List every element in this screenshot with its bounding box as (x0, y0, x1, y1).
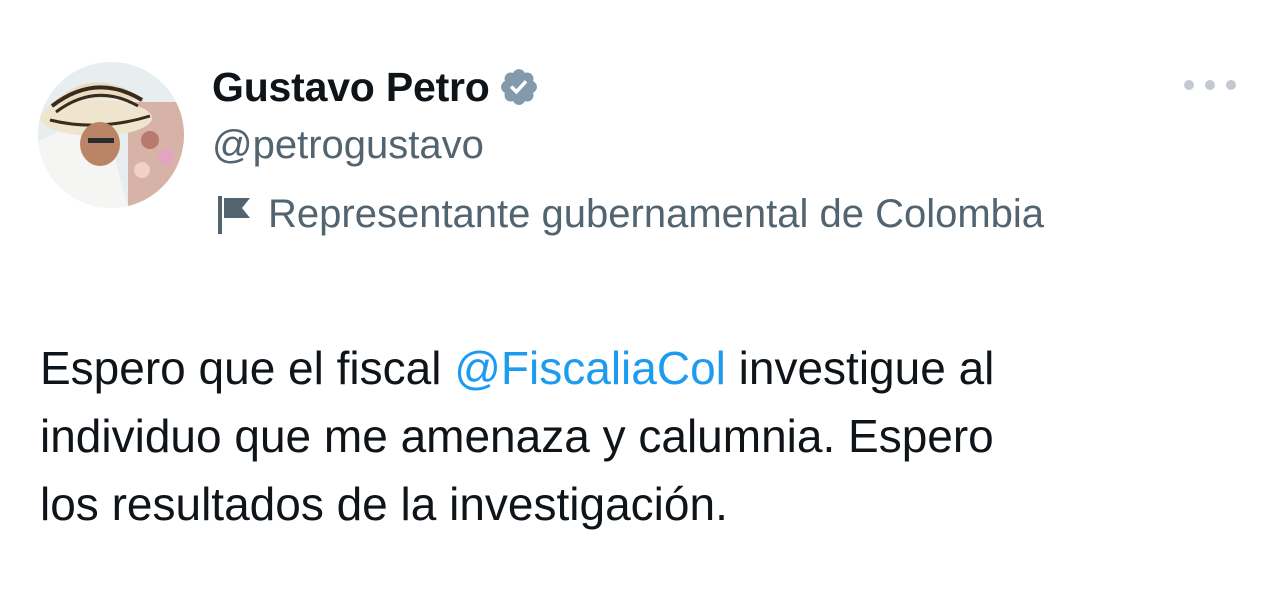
display-name[interactable]: Gustavo Petro (212, 62, 490, 112)
avatar[interactable] (38, 62, 184, 208)
affiliation-text: Representante gubernamental de Colombia (268, 192, 1045, 236)
name-row: Gustavo Petro (212, 62, 540, 112)
more-options-icon[interactable] (1184, 70, 1236, 100)
more-dot (1184, 80, 1194, 90)
user-handle[interactable]: @petrogustavo (212, 120, 484, 170)
verified-badge-icon[interactable] (498, 66, 540, 108)
mention-link[interactable]: @FiscaliaCol (454, 342, 726, 394)
affiliation-label: Representante gubernamental de Colombia (214, 188, 1044, 240)
tweet-text-line2: individuo que me amenaza y calumnia. Esp… (40, 410, 994, 462)
flag-icon (214, 192, 254, 236)
tweet-card: Gustavo Petro @petrogustavo Representant… (0, 0, 1280, 600)
more-dot (1226, 80, 1236, 90)
tweet-text-line3: los resultados de la investigación. (40, 478, 728, 530)
tweet-text: Espero que el fiscal @FiscaliaCol invest… (40, 334, 1240, 538)
more-dot (1205, 80, 1215, 90)
tweet-text-part1: Espero que el fiscal (40, 342, 455, 394)
tweet-text-line1-end: investigue al (725, 342, 995, 394)
